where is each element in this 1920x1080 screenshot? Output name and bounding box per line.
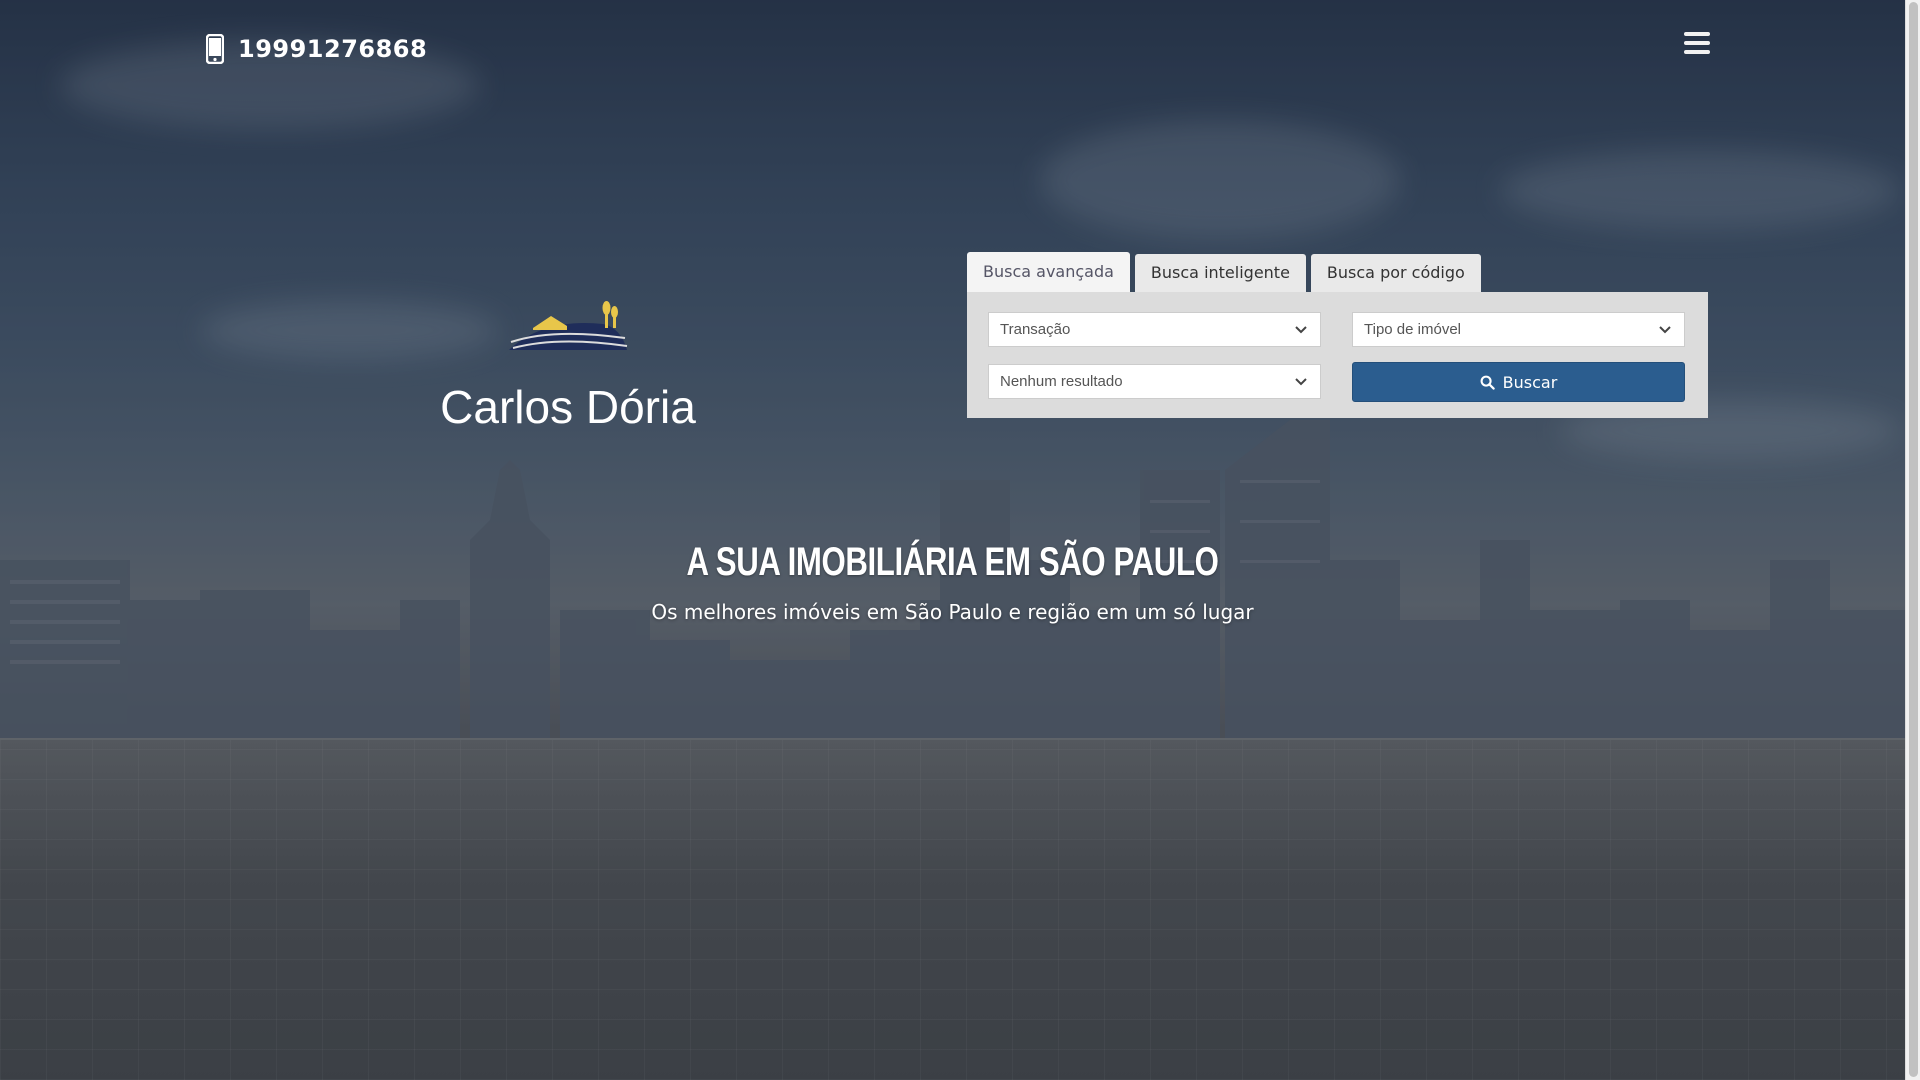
phone-contact[interactable]: 19991276868 [206, 34, 427, 64]
transacao-select[interactable]: Transação [988, 312, 1321, 347]
chevron-down-icon [1659, 326, 1671, 334]
tab-busca-por-codigo[interactable]: Busca por código [1310, 254, 1481, 292]
hero-section: 19991276868 Carlos Dória Busca avançada … [0, 0, 1905, 1080]
chevron-down-icon [1295, 326, 1307, 334]
phone-number[interactable]: 19991276868 [238, 35, 427, 63]
house-hills-logo-icon [509, 301, 628, 350]
chevron-down-icon [1295, 378, 1307, 386]
page-scrollbar[interactable] [1905, 0, 1920, 1080]
hamburger-menu-icon[interactable] [1684, 32, 1710, 54]
buscar-button-label: Buscar [1502, 372, 1558, 392]
smartphone-icon [206, 34, 224, 64]
property-search: Busca avançada Busca inteligente Busca p… [967, 252, 1708, 418]
tipo-imovel-select[interactable]: Tipo de imóvel [1352, 312, 1685, 347]
localidade-select-value: Nenhum resultado [1000, 373, 1123, 390]
brand-logo[interactable]: Carlos Dória [420, 298, 716, 434]
buscar-button[interactable]: Buscar [1352, 362, 1685, 402]
search-panel: Transação Tipo de imóvel Nenhum resultad… [967, 292, 1708, 418]
brand-name: Carlos Dória [440, 381, 696, 433]
hero-subtitle: Os melhores imóveis em São Paulo e regiã… [651, 600, 1254, 624]
localidade-select[interactable]: Nenhum resultado [988, 364, 1321, 399]
search-icon [1480, 375, 1495, 390]
tipo-imovel-select-value: Tipo de imóvel [1364, 321, 1461, 338]
scrollbar-thumb[interactable] [1909, 2, 1918, 1077]
tab-busca-inteligente[interactable]: Busca inteligente [1134, 254, 1306, 292]
hero-title: A SUA IMOBILIÁRIA EM SÃO PAULO [686, 540, 1219, 584]
transacao-select-value: Transação [1000, 321, 1071, 338]
search-tabs: Busca avançada Busca inteligente Busca p… [967, 252, 1708, 292]
tab-busca-avancada[interactable]: Busca avançada [967, 252, 1130, 292]
